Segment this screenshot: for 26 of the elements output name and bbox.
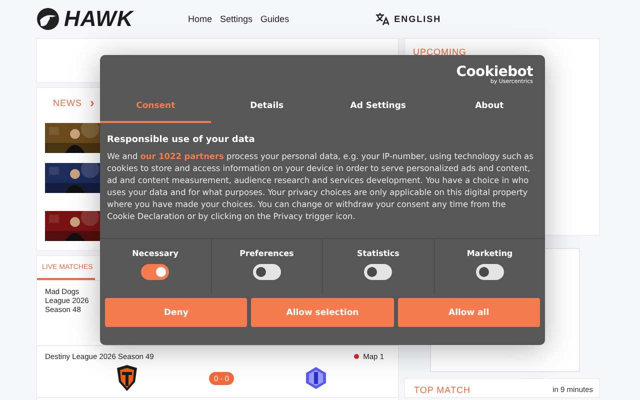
hawk-logo-icon (36, 7, 60, 31)
nav-link[interactable]: Home (188, 14, 212, 24)
section-title: UPCOMING (413, 47, 468, 57)
tab[interactable]: Ad Settings (322, 95, 434, 123)
tab[interactable]: About (434, 95, 545, 123)
consent-text: We and our 1022 partners process your personal data, e.g. your IP-number, using technology such as cookies to store and access information on your device in order to serve personalized ads and content, ad and content measurement, audience research and services development. You have a choice in who uses your data and for what purposes. Your privacy choices are only applicable on this digital property where you have made your choices. You can change or withdraw your consent any time from the Cookie Declaration or by clicking on the Privacy trigger icon. (107, 150, 534, 222)
section-title: NEWS (53, 98, 82, 108)
translate-icon (375, 12, 390, 26)
toggle-switch[interactable] (476, 264, 504, 280)
toggle-label: Statistics (357, 249, 400, 258)
nav-link[interactable]: Settings (220, 14, 253, 24)
toggle-switch[interactable] (141, 264, 170, 280)
toggle-switch[interactable] (252, 264, 281, 280)
nav-link[interactable]: Guides (260, 14, 290, 24)
toggle-label: Necessary (132, 249, 178, 258)
brand-logo: Cookiebot (456, 65, 533, 79)
toggle-label: Preferences (240, 249, 294, 258)
toggle-label: Marketing (466, 249, 513, 258)
toggle-switch[interactable] (364, 264, 392, 280)
logo-text: HAWK (64, 6, 134, 32)
language-button[interactable]: ENGLISH (375, 12, 442, 26)
section-title: TOP MATCH (414, 385, 471, 397)
team-logo-icon (304, 366, 328, 390)
dialog-heading: Responsible use of your data (107, 135, 256, 145)
tab[interactable]: Details (211, 95, 322, 123)
team-logo-icon (115, 365, 139, 391)
